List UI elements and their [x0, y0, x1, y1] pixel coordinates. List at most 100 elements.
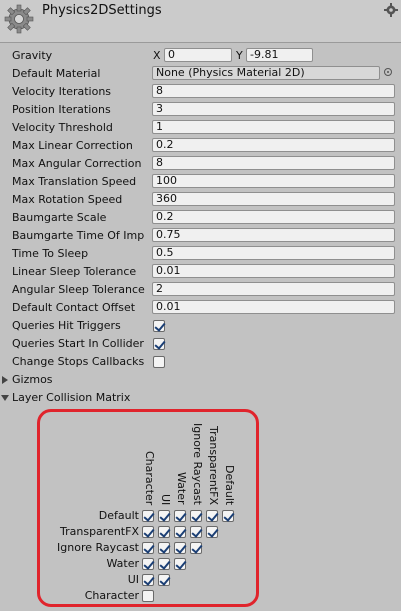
matrix-checkbox[interactable] — [158, 558, 170, 570]
matrix-column-label: Character — [143, 451, 156, 506]
property-field[interactable]: 360 — [152, 192, 395, 206]
property-field[interactable]: 1 — [152, 120, 395, 134]
property-row: Position Iterations 3 — [0, 101, 401, 119]
matrix-checkbox[interactable] — [206, 510, 218, 522]
toggle-row: Change Stops Callbacks — [0, 353, 401, 371]
gravity-x-label: X — [153, 49, 161, 62]
inspector-title: Physics2DSettings — [42, 3, 162, 18]
change-stops-callbacks-checkbox[interactable] — [153, 356, 165, 368]
property-row: Angular Sleep Tolerance 2 — [0, 281, 401, 299]
property-label: Time To Sleep — [12, 247, 89, 260]
matrix-checkbox[interactable] — [206, 526, 218, 538]
toggle-row: Queries Start In Collider — [0, 335, 401, 353]
property-row: Baumgarte Scale 0.2 — [0, 209, 401, 227]
matrix-column-label: Ignore Raycast — [191, 423, 204, 505]
property-field[interactable]: 0.75 — [152, 228, 395, 242]
matrix-column-label: Water — [175, 472, 188, 505]
matrix-row-label: Ignore Raycast — [57, 541, 139, 554]
property-label: Baumgarte Time Of Imp — [12, 229, 145, 242]
matrix-checkbox[interactable] — [142, 542, 154, 554]
matrix-checkbox[interactable] — [174, 558, 186, 570]
matrix-checkbox[interactable] — [158, 510, 170, 522]
property-field[interactable]: 0.2 — [152, 138, 395, 152]
matrix-checkbox[interactable] — [190, 510, 202, 522]
matrix-row-label: UI — [127, 573, 139, 586]
property-field[interactable]: 100 — [152, 174, 395, 188]
property-field[interactable]: 2 — [152, 282, 395, 296]
gear-menu-icon[interactable] — [384, 3, 398, 17]
gizmos-foldout[interactable]: Gizmos — [0, 371, 401, 389]
gravity-row: Gravity X 0 Y -9.81 — [0, 47, 401, 65]
default-material-field[interactable]: None (Physics Material 2D) — [152, 66, 380, 80]
toggle-label: Queries Hit Triggers — [12, 319, 121, 332]
toggle-label: Queries Start In Collider — [12, 337, 144, 350]
property-row: Default Contact Offset 0.01 — [0, 299, 401, 317]
matrix-checkbox[interactable] — [158, 574, 170, 586]
object-picker-icon[interactable] — [384, 68, 392, 76]
property-label: Velocity Iterations — [12, 85, 112, 98]
property-row: Baumgarte Time Of Imp 0.75 — [0, 227, 401, 245]
matrix-column-label: TransparentFX — [207, 426, 220, 505]
property-row: Linear Sleep Tolerance 0.01 — [0, 263, 401, 281]
property-label: Default Contact Offset — [12, 301, 136, 314]
matrix-row-label: TransparentFX — [60, 525, 139, 538]
property-row: Time To Sleep 0.5 — [0, 245, 401, 263]
layer-collision-matrix-label: Layer Collision Matrix — [12, 391, 131, 404]
gravity-x-field[interactable]: 0 — [164, 48, 232, 62]
property-row: Max Linear Correction 0.2 — [0, 137, 401, 155]
property-row: Max Rotation Speed 360 — [0, 191, 401, 209]
property-row: Velocity Threshold 1 — [0, 119, 401, 137]
property-label: Angular Sleep Tolerance — [12, 283, 145, 296]
property-label: Position Iterations — [12, 103, 111, 116]
toggle-label: Change Stops Callbacks — [12, 355, 145, 368]
property-label: Max Angular Correction — [12, 157, 142, 170]
property-field[interactable]: 0.5 — [152, 246, 395, 260]
property-field[interactable]: 8 — [152, 84, 395, 98]
matrix-checkbox[interactable] — [190, 526, 202, 538]
property-label: Velocity Threshold — [12, 121, 113, 134]
property-label: Max Translation Speed — [12, 175, 137, 188]
property-field[interactable]: 8 — [152, 156, 395, 170]
gear-icon — [4, 4, 34, 34]
matrix-checkbox[interactable] — [190, 542, 202, 554]
property-field[interactable]: 0.01 — [152, 264, 395, 278]
matrix-checkbox[interactable] — [174, 542, 186, 554]
matrix-row-label: Default — [98, 509, 139, 522]
matrix-checkbox[interactable] — [222, 510, 234, 522]
default-material-row: Default Material None (Physics Material … — [0, 65, 401, 83]
property-label: Linear Sleep Tolerance — [12, 265, 137, 278]
gravity-y-field[interactable]: -9.81 — [246, 48, 313, 62]
default-material-label: Default Material — [12, 67, 101, 80]
queries-hit-triggers-checkbox[interactable] — [153, 320, 165, 332]
property-row: Max Translation Speed 100 — [0, 173, 401, 191]
gravity-y-label: Y — [236, 49, 243, 62]
layer-collision-matrix-foldout[interactable]: Layer Collision Matrix — [0, 389, 401, 407]
matrix-checkbox[interactable] — [142, 526, 154, 538]
property-field[interactable]: 3 — [152, 102, 395, 116]
matrix-checkbox[interactable] — [142, 574, 154, 586]
foldout-collapsed-icon[interactable] — [2, 376, 8, 384]
property-label: Max Linear Correction — [12, 139, 133, 152]
matrix-checkbox[interactable] — [142, 590, 154, 602]
gravity-label: Gravity — [12, 49, 53, 62]
matrix-checkbox[interactable] — [174, 526, 186, 538]
gizmos-label: Gizmos — [12, 373, 53, 386]
matrix-checkbox[interactable] — [142, 558, 154, 570]
matrix-checkbox[interactable] — [158, 542, 170, 554]
matrix-checkbox[interactable] — [158, 526, 170, 538]
property-field[interactable]: 0.01 — [152, 300, 395, 314]
foldout-expanded-icon[interactable] — [1, 395, 9, 401]
property-field[interactable]: 0.2 — [152, 210, 395, 224]
property-label: Max Rotation Speed — [12, 193, 123, 206]
matrix-row-label: Water — [106, 557, 139, 570]
property-row: Max Angular Correction 8 — [0, 155, 401, 173]
queries-start-in-collider-checkbox[interactable] — [153, 338, 165, 350]
matrix-column-label: UI — [159, 494, 172, 506]
property-label: Baumgarte Scale — [12, 211, 107, 224]
property-row: Velocity Iterations 8 — [0, 83, 401, 101]
matrix-column-label: Default — [223, 465, 236, 506]
matrix-checkbox[interactable] — [174, 510, 186, 522]
matrix-row-label: Character — [84, 589, 139, 602]
toggle-row: Queries Hit Triggers — [0, 317, 401, 335]
matrix-checkbox[interactable] — [142, 510, 154, 522]
